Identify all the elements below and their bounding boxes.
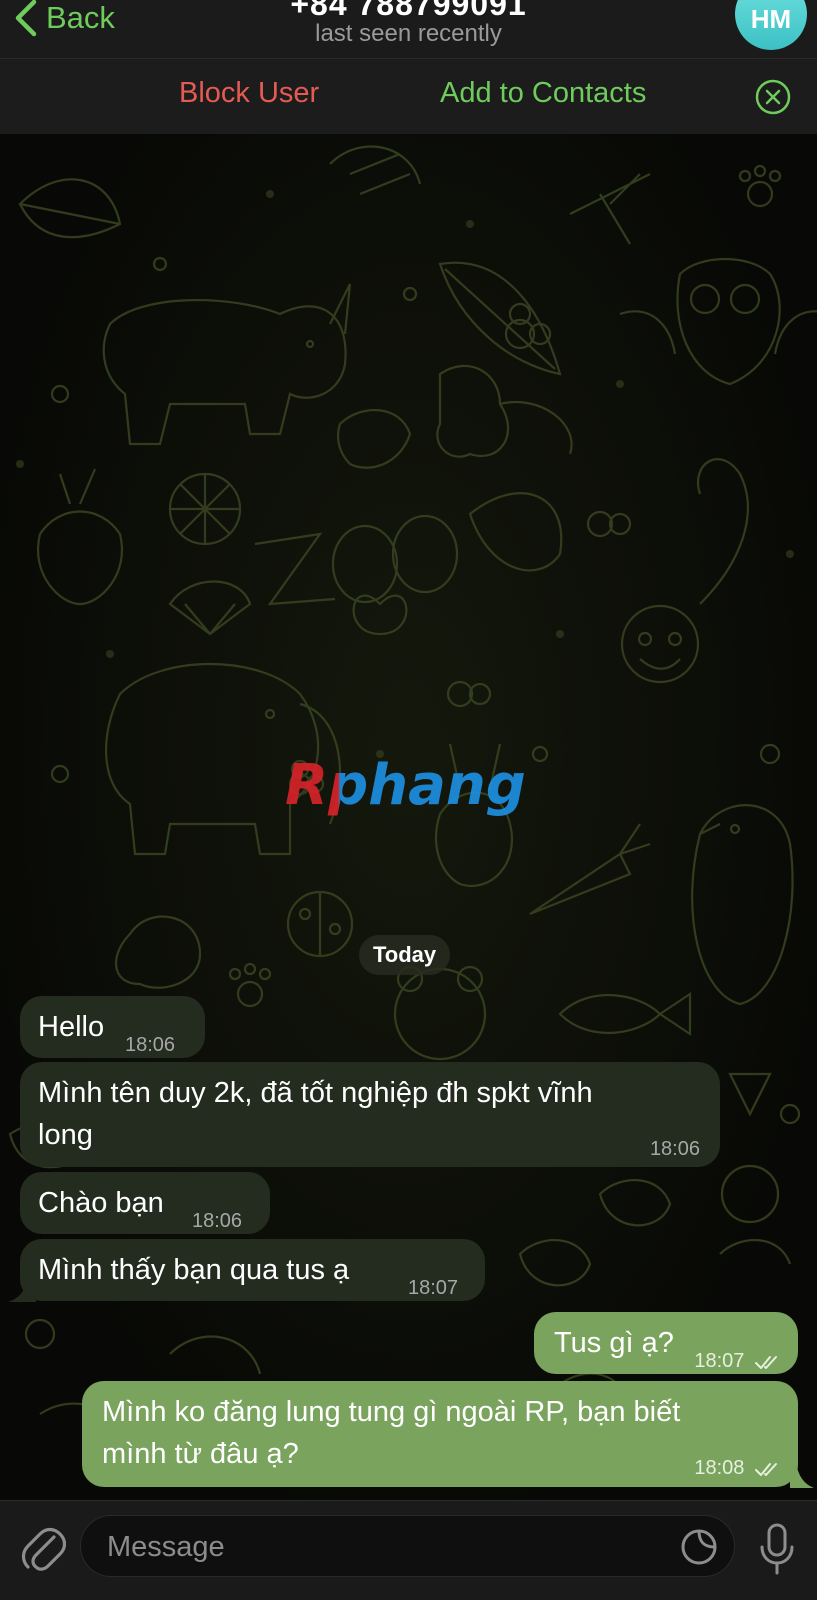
- message-time: 18:06: [649, 1138, 700, 1160]
- message-time-wrap: 18:08: [694, 1447, 782, 1489]
- message-time: 18:07: [694, 1350, 745, 1372]
- voice-record-button[interactable]: [759, 1523, 795, 1575]
- message-text-line: long: [38, 1119, 93, 1151]
- message-text: Hello: [38, 1011, 105, 1043]
- message-text: Chào bạn: [38, 1187, 164, 1219]
- message-incoming[interactable]: Mình tên duy 2k, đã tốt nghiệp đh spkt v…: [20, 1062, 720, 1167]
- message-text-line: Mình tên duy 2k, đã tốt nghiệp đh spkt v…: [38, 1077, 593, 1109]
- message-text: Mình thấy bạn qua tus ạ: [38, 1254, 350, 1286]
- message-outgoing[interactable]: Tus gì ạ? 18:07: [534, 1312, 798, 1374]
- message-incoming[interactable]: Hello 18:06: [20, 996, 205, 1058]
- paperclip-icon: [21, 1527, 67, 1571]
- close-circle-icon: [755, 79, 791, 115]
- date-separator: Today: [359, 935, 451, 975]
- double-check-icon: [755, 1355, 777, 1369]
- chat-status: last seen recently: [315, 20, 502, 47]
- watermark-logo: Rphang: [285, 752, 545, 832]
- message-incoming[interactable]: Chào bạn 18:06: [20, 1172, 270, 1234]
- composer-bar: [0, 1500, 817, 1600]
- sticker-button[interactable]: [680, 1528, 718, 1566]
- message-incoming[interactable]: Mình thấy bạn qua tus ạ 18:07: [20, 1239, 485, 1301]
- add-to-contacts-button[interactable]: Add to Contacts: [440, 77, 646, 110]
- message-time: 18:06: [192, 1210, 243, 1232]
- sticker-icon: [681, 1529, 717, 1565]
- chat-header: Back +84 788799091 last seen recently HM: [0, 0, 817, 59]
- attach-button[interactable]: [20, 1523, 67, 1573]
- message-time-wrap: 18:07: [694, 1340, 782, 1382]
- block-user-button[interactable]: Block User: [179, 77, 319, 110]
- message-time: 18:07: [408, 1277, 459, 1299]
- microphone-icon: [760, 1523, 794, 1575]
- double-check-icon: [755, 1462, 777, 1476]
- message-text-line: mình từ đâu ạ?: [102, 1438, 299, 1470]
- message-text: Tus gì ạ?: [554, 1327, 674, 1359]
- message-input[interactable]: [105, 1524, 669, 1570]
- avatar-initials: HM: [750, 4, 792, 34]
- message-time: 18:08: [694, 1457, 745, 1479]
- close-action-bar-button[interactable]: [755, 79, 791, 115]
- svg-text:Rphang: Rphang: [285, 753, 526, 818]
- message-text-line: Mình ko đăng lung tung gì ngoài RP, bạn …: [102, 1396, 681, 1428]
- contact-action-bar: Block User Add to Contacts: [0, 59, 817, 134]
- message-time: 18:06: [125, 1034, 176, 1056]
- message-outgoing[interactable]: Mình ko đăng lung tung gì ngoài RP, bạn …: [82, 1381, 798, 1487]
- chat-screen: Rphang Back +84 788799091 last seen rece…: [0, 0, 817, 1600]
- message-field[interactable]: [80, 1515, 735, 1577]
